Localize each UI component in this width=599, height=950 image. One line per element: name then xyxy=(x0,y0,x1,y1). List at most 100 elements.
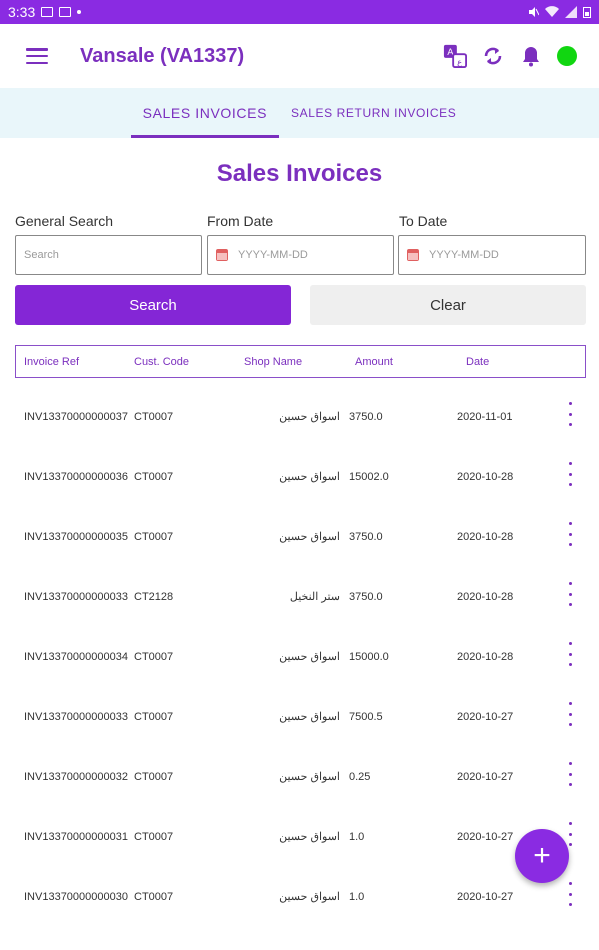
page-title: Sales Invoices xyxy=(216,160,383,187)
more-vert-icon[interactable] xyxy=(566,762,574,786)
column-date: Date xyxy=(466,355,490,368)
invoice-ref-cell: INV13370000000034 xyxy=(24,651,128,663)
cust-code-cell: CT2128 xyxy=(134,591,174,603)
to-date-placeholder: YYYY-MM-DD xyxy=(429,249,499,261)
more-notifications-icon xyxy=(77,10,82,14)
more-vert-icon[interactable] xyxy=(566,702,574,726)
date-cell: 2020-10-28 xyxy=(457,471,514,483)
more-vert-icon[interactable] xyxy=(566,582,574,606)
search-button[interactable]: Search xyxy=(15,285,291,325)
calendar-icon xyxy=(407,249,419,261)
add-icon: + xyxy=(533,839,551,872)
table-row[interactable]: INV13370000000034 CT0007 اسواق حسين 15000.0… xyxy=(0,642,599,710)
more-vert-icon[interactable] xyxy=(566,462,574,486)
more-vert-icon[interactable] xyxy=(566,642,574,666)
cust-code-cell: CT0007 xyxy=(134,771,174,783)
date-cell: 2020-10-28 xyxy=(457,531,514,543)
amount-cell: 0.25 xyxy=(349,771,371,783)
from-date-placeholder: YYYY-MM-DD xyxy=(238,249,308,261)
invoice-ref-cell: INV13370000000030 xyxy=(24,891,128,903)
shop-name-cell: اسواق حسين xyxy=(279,771,340,783)
general-search-placeholder: Search xyxy=(24,249,59,261)
from-date-field[interactable]: YYYY-MM-DD xyxy=(207,235,394,275)
more-vert-icon[interactable] xyxy=(566,882,574,906)
translate-icon[interactable]: A ع xyxy=(443,44,467,68)
tab-sales-invoices[interactable]: SALES INVOICES xyxy=(130,88,280,138)
date-cell: 2020-10-27 xyxy=(457,711,514,723)
sync-icon[interactable] xyxy=(481,44,505,68)
bell-icon[interactable] xyxy=(519,44,543,68)
table-row[interactable]: INV13370000000036 CT0007 اسواق حسين 15002.0… xyxy=(0,462,599,530)
more-vert-icon[interactable] xyxy=(566,402,574,426)
cust-code-cell: CT0007 xyxy=(134,531,174,543)
column-amount: Amount xyxy=(355,355,393,368)
date-cell: 2020-10-27 xyxy=(457,771,514,783)
shop-name-cell: اسواق حسين xyxy=(279,531,340,543)
battery-icon xyxy=(583,7,591,18)
date-cell: 2020-11-01 xyxy=(457,411,513,423)
table-header: Invoice Ref Cust. Code Shop Name Amount … xyxy=(15,345,586,378)
app-bar: Vansale (VA1337) A ع xyxy=(0,24,599,88)
more-vert-icon[interactable] xyxy=(566,522,574,546)
amount-cell: 15000.0 xyxy=(349,651,389,663)
date-cell: 2020-10-28 xyxy=(457,651,514,663)
date-cell: 2020-10-27 xyxy=(457,891,514,903)
general-search-input[interactable]: Search xyxy=(15,235,202,275)
amount-cell: 3750.0 xyxy=(349,411,383,423)
date-cell: 2020-10-27 xyxy=(457,831,514,843)
invoice-ref-cell: INV13370000000032 xyxy=(24,771,128,783)
shop-name-cell: اسواق حسين xyxy=(279,831,340,843)
invoice-ref-cell: INV13370000000033 xyxy=(24,711,128,723)
tab-bar: SALES INVOICES SALES RETURN INVOICES xyxy=(0,88,599,138)
table-row[interactable]: INV13370000000035 CT0007 اسواق حسين 3750.0 2… xyxy=(0,522,599,590)
wifi-icon xyxy=(545,6,559,18)
status-time: 3:33 xyxy=(8,4,36,20)
more-vert-icon[interactable] xyxy=(566,822,574,846)
table-row[interactable]: INV13370000000030 CT0007 اسواق حسين 1.0 2020… xyxy=(0,882,599,950)
calendar-icon xyxy=(216,249,228,261)
shop-name-cell: اسواق حسين xyxy=(279,711,340,723)
menu-icon[interactable] xyxy=(26,48,48,64)
shop-name-cell: اسواق حسين xyxy=(279,651,340,663)
column-invoice-ref: Invoice Ref xyxy=(24,355,80,368)
status-bar: 3:33 xyxy=(0,0,599,24)
clear-button[interactable]: Clear xyxy=(310,285,586,325)
shop-name-cell: اسواق حسين xyxy=(279,411,340,423)
shop-name-cell: اسواق حسين xyxy=(279,891,340,903)
tab-sales-return-invoices[interactable]: SALES RETURN INVOICES xyxy=(279,88,468,138)
cust-code-cell: CT0007 xyxy=(134,471,174,483)
from-date-label: From Date xyxy=(207,213,274,229)
to-date-label: To Date xyxy=(399,213,448,229)
online-status-dot xyxy=(557,46,577,66)
invoice-ref-cell: INV13370000000031 xyxy=(24,831,128,843)
to-date-field[interactable]: YYYY-MM-DD xyxy=(398,235,586,275)
general-search-label: General Search xyxy=(15,213,114,229)
cust-code-cell: CT0007 xyxy=(134,651,174,663)
gallery-notification-icon xyxy=(41,7,54,17)
mute-icon xyxy=(529,7,539,17)
cust-code-cell: CT0007 xyxy=(134,411,174,423)
invoice-ref-cell: INV13370000000037 xyxy=(24,411,128,423)
invoice-ref-cell: INV13370000000033 xyxy=(24,591,128,603)
amount-cell: 1.0 xyxy=(349,891,365,903)
invoice-ref-cell: INV13370000000035 xyxy=(24,531,128,543)
invoice-ref-cell: INV13370000000036 xyxy=(24,471,128,483)
amount-cell: 3750.0 xyxy=(349,591,383,603)
table-row[interactable]: INV13370000000032 CT0007 اسواق حسين 0.25 202… xyxy=(0,762,599,830)
amount-cell: 3750.0 xyxy=(349,531,383,543)
shop-name-cell: ستر النخيل xyxy=(289,591,340,603)
table-row[interactable]: INV13370000000033 CT2128 ستر النخيل 3750.0 2… xyxy=(0,582,599,650)
table-row[interactable]: INV13370000000033 CT0007 اسواق حسين 7500.5 2… xyxy=(0,702,599,770)
amount-cell: 7500.5 xyxy=(349,711,383,723)
cust-code-cell: CT0007 xyxy=(134,711,174,723)
shop-name-cell: اسواق حسين xyxy=(279,471,340,483)
add-invoice-button[interactable]: + xyxy=(515,829,569,883)
signal-icon xyxy=(565,6,577,18)
date-cell: 2020-10-28 xyxy=(457,591,514,603)
notification-icon xyxy=(59,7,72,17)
cust-code-cell: CT0007 xyxy=(134,891,174,903)
table-row[interactable]: INV13370000000031 CT0007 اسواق حسين 1.0 2020… xyxy=(0,822,599,890)
svg-text:ع: ع xyxy=(457,56,462,66)
table-row[interactable]: INV13370000000037 CT0007 اسواق حسين 3750.0 2… xyxy=(0,402,599,470)
column-shop-name: Shop Name xyxy=(244,355,303,368)
